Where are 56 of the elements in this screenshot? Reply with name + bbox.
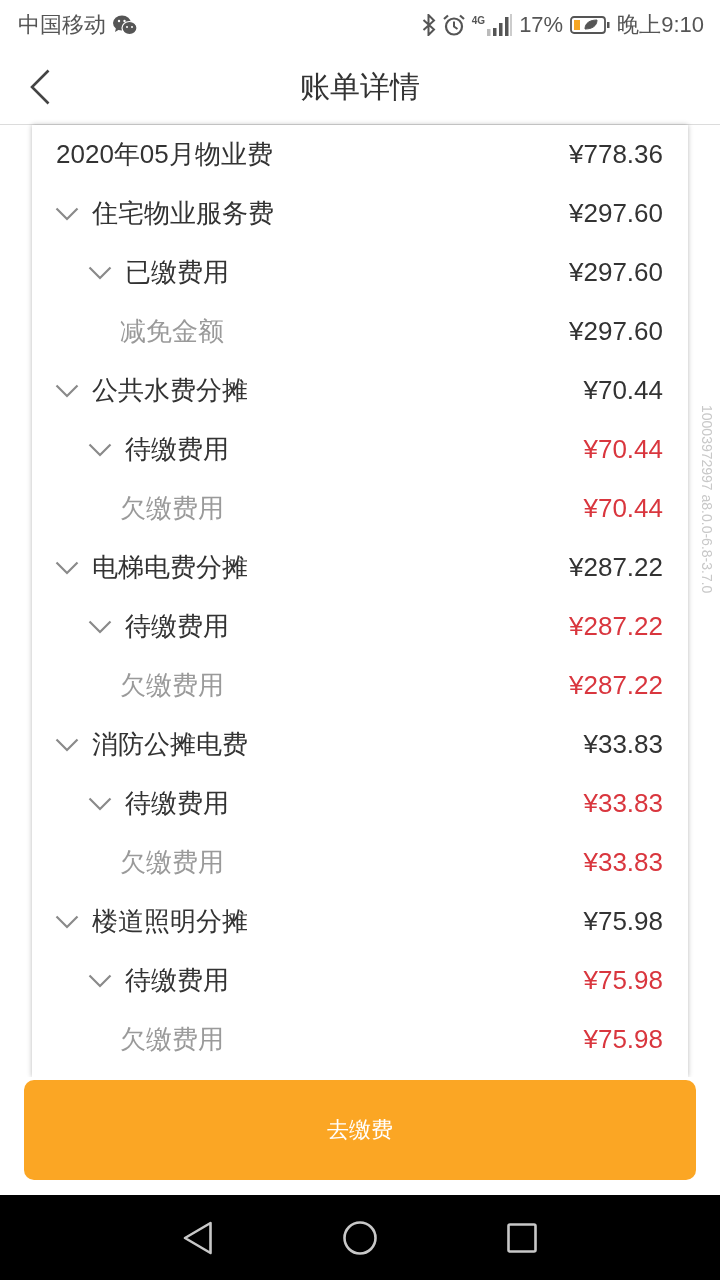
chevron-down-icon[interactable]	[55, 914, 79, 929]
fee-label: 待缴费用	[125, 433, 230, 466]
fee-amount: ¥287.22	[569, 552, 663, 583]
fee-amount: ¥70.44	[583, 434, 663, 465]
back-icon[interactable]	[30, 69, 50, 105]
chat-bubbles-icon	[113, 15, 137, 35]
fee-amount: ¥297.60	[569, 257, 663, 288]
fee-label: 住宅物业服务费	[92, 197, 275, 230]
home-icon[interactable]	[343, 1220, 377, 1255]
fee-label: 减免金额	[120, 315, 225, 348]
fee-amount: ¥75.98	[583, 1024, 663, 1055]
battery-percent: 17%	[519, 12, 564, 38]
fee-amount: ¥70.44	[583, 493, 663, 524]
fee-amount: ¥75.98	[583, 906, 663, 937]
fee-label: 公共水费分摊	[92, 374, 249, 407]
network-type-label: 4G	[471, 16, 486, 26]
pay-button[interactable]: 去缴费	[24, 1080, 696, 1180]
chevron-down-icon[interactable]	[55, 737, 79, 752]
fee-label: 楼道照明分摊	[92, 905, 249, 938]
fee-amount: ¥33.83	[583, 847, 663, 878]
chevron-down-icon[interactable]	[55, 383, 79, 398]
fee-label: 待缴费用	[125, 787, 230, 820]
chevron-down-icon[interactable]	[88, 265, 112, 280]
fee-label: 待缴费用	[125, 964, 230, 997]
fee-label: 欠缴费用	[120, 846, 225, 879]
fee-amount: ¥33.83	[583, 729, 663, 760]
fee-label: 已缴费用	[125, 256, 230, 289]
fee-amount: ¥70.44	[583, 375, 663, 406]
recent-apps-icon[interactable]	[507, 1222, 537, 1253]
alarm-clock-icon	[442, 14, 465, 36]
bill-total-amount: ¥778.36	[569, 139, 663, 170]
fee-amount: ¥287.22	[569, 611, 663, 642]
chevron-down-icon[interactable]	[55, 206, 79, 221]
fee-amount: ¥287.22	[569, 670, 663, 701]
carrier-name: 中国移动	[18, 11, 106, 39]
page-title: 账单详情	[300, 68, 420, 105]
fee-label: 欠缴费用	[120, 492, 225, 525]
fee-amount: ¥297.60	[569, 316, 663, 347]
fee-label: 电梯电费分摊	[92, 551, 249, 584]
chevron-down-icon[interactable]	[88, 973, 112, 988]
chevron-down-icon[interactable]	[88, 442, 112, 457]
clock-time: 晚上9:10	[617, 11, 704, 39]
chevron-down-icon[interactable]	[88, 796, 112, 811]
chevron-down-icon[interactable]	[55, 560, 79, 575]
fee-amount: ¥33.83	[583, 788, 663, 819]
bluetooth-icon	[421, 14, 436, 36]
fee-amount: ¥297.60	[569, 198, 663, 229]
fee-amount: ¥75.98	[583, 965, 663, 996]
fee-label: 消防公摊电费	[92, 728, 249, 761]
fee-label: 欠缴费用	[120, 1023, 225, 1056]
bill-title: 2020年05月物业费	[56, 138, 274, 171]
fee-label: 待缴费用	[125, 610, 230, 643]
battery-icon	[570, 15, 611, 35]
signal-icon	[486, 14, 513, 36]
fee-label: 欠缴费用	[120, 669, 225, 702]
chevron-down-icon[interactable]	[88, 619, 112, 634]
